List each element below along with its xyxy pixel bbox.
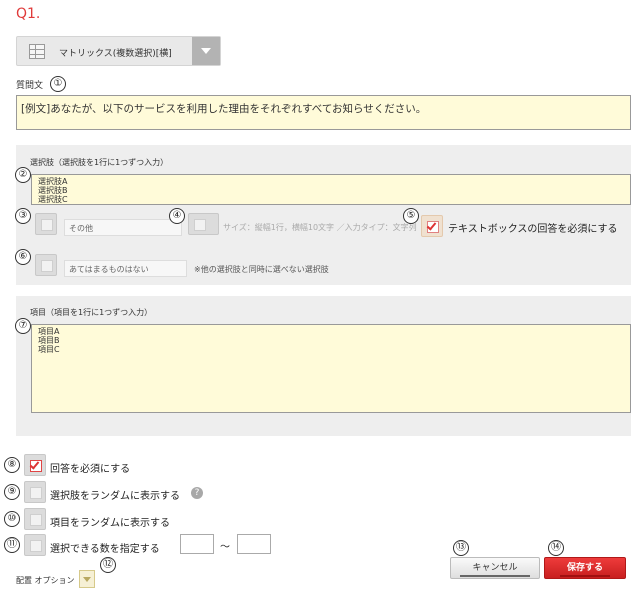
- none-option-checkbox[interactable]: [35, 254, 57, 276]
- none-option-note: ※他の選択肢と同時に選べない選択肢: [194, 265, 329, 274]
- limit-selection-checkbox[interactable]: [24, 534, 46, 556]
- items-textarea[interactable]: 項目A 項目B 項目C: [31, 324, 631, 413]
- layout-option-dropdown[interactable]: [79, 570, 95, 588]
- check-icon: [29, 459, 40, 470]
- marker-12: ⑫: [100, 557, 116, 573]
- required-label: 回答を必須にする: [50, 464, 131, 475]
- question-text-input[interactable]: [例文]あなたが、以下のサービスを利用した理由をそれぞれすべてお知らせください。: [16, 95, 631, 130]
- question-text-label: 質問文: [16, 81, 44, 91]
- question-type-label: マトリックス(複数選択)[横]: [59, 49, 172, 59]
- layout-option-label: 配置 オプション: [16, 576, 75, 585]
- marker-14: ⑭: [548, 540, 564, 556]
- marker-5: ⑤: [403, 208, 419, 224]
- check-icon: [426, 220, 437, 231]
- random-items-label: 項目をランダムに表示する: [50, 518, 170, 529]
- random-items-checkbox[interactable]: [24, 508, 46, 530]
- list-item: 項目B: [38, 336, 60, 345]
- list-item: 選択肢A: [38, 177, 68, 186]
- help-icon[interactable]: ?: [191, 487, 203, 499]
- choices-textarea[interactable]: 選択肢A 選択肢B 選択肢C: [31, 174, 631, 205]
- max-count-input[interactable]: [237, 534, 271, 554]
- required-checkbox[interactable]: [24, 454, 46, 476]
- min-count-input[interactable]: [180, 534, 214, 554]
- question-type-dropdown[interactable]: マトリックス(複数選択)[横]: [16, 36, 221, 66]
- marker-2: ②: [15, 167, 31, 183]
- marker-3: ③: [15, 208, 31, 224]
- random-choices-checkbox[interactable]: [24, 481, 46, 503]
- list-item: 項目A: [38, 327, 60, 336]
- textbox-required-checkbox[interactable]: [421, 215, 443, 237]
- list-item: 項目C: [38, 345, 60, 354]
- marker-10: ⑩: [4, 511, 20, 527]
- cancel-underline: [460, 575, 530, 577]
- matrix-grid-icon: [29, 44, 45, 59]
- marker-9: ⑨: [4, 484, 20, 500]
- question-number: Q1.: [16, 6, 41, 22]
- list-item: 選択肢B: [38, 186, 68, 195]
- list-item: 選択肢C: [38, 195, 68, 204]
- other-option-checkbox[interactable]: [35, 213, 57, 235]
- textbox-required-label: テキストボックスの回答を必須にする: [448, 224, 618, 235]
- marker-4: ④: [169, 208, 185, 224]
- size-info-text: サイズ：縦幅1行，横幅10文字 ／入力タイプ：文字列: [223, 223, 417, 232]
- items-label: 項目（項目を1行に1つずつ入力）: [30, 308, 153, 317]
- chevron-down-icon[interactable]: [192, 37, 220, 65]
- textbox-size-button[interactable]: [188, 213, 219, 235]
- marker-7: ⑦: [15, 318, 31, 334]
- random-choices-label: 選択肢をランダムに表示する: [50, 491, 180, 502]
- range-separator: ～: [220, 542, 230, 553]
- none-option-input[interactable]: あてはまるものはない: [64, 260, 187, 277]
- marker-1: ①: [50, 76, 66, 92]
- choices-label: 選択肢（選択肢を1行に1つずつ入力）: [30, 158, 169, 167]
- marker-8: ⑧: [4, 457, 20, 473]
- other-option-input[interactable]: その他: [64, 219, 182, 236]
- marker-13: ⑬: [453, 540, 469, 556]
- save-underline: [560, 575, 610, 577]
- marker-11: ⑪: [4, 537, 20, 553]
- marker-6: ⑥: [15, 249, 31, 265]
- limit-selection-label: 選択できる数を指定する: [50, 544, 160, 555]
